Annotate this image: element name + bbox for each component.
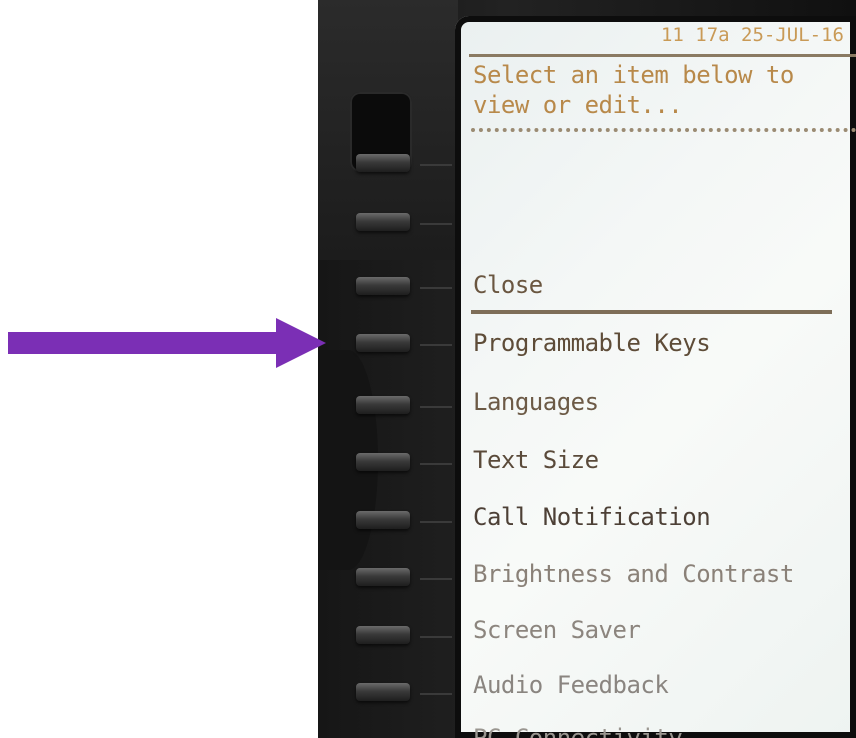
menu-item-pc-connectivity[interactable]: PC Connectivity [473, 724, 683, 738]
key-tick [420, 578, 452, 580]
key-tick [420, 406, 452, 408]
header-divider [469, 54, 856, 57]
clock-date-readout: 11 17a 25-JUL-16 [660, 24, 844, 46]
menu-item-languages[interactable]: Languages [473, 388, 599, 416]
line-key-1[interactable] [356, 154, 410, 172]
menu-item-text-size[interactable]: Text Size [473, 446, 599, 474]
key-tick [420, 344, 452, 346]
line-key-9[interactable] [356, 626, 410, 644]
line-key-2[interactable] [356, 213, 410, 231]
line-key-5[interactable] [356, 396, 410, 414]
close-divider [471, 310, 832, 314]
key-tick [420, 164, 452, 166]
prompt-dotted-divider [471, 128, 856, 132]
key-tick [420, 223, 452, 225]
menu-item-audio-feedback[interactable]: Audio Feedback [473, 671, 669, 699]
line-key-4[interactable] [356, 334, 410, 352]
line-key-7[interactable] [356, 511, 410, 529]
menu-item-brightness-contrast[interactable]: Brightness and Contrast [473, 560, 794, 588]
line-key-10[interactable] [356, 683, 410, 701]
phone-display: 11 17a 25-JUL-16 Select an item below to… [455, 16, 856, 738]
menu-item-programmable-keys[interactable]: Programmable Keys [473, 329, 711, 357]
key-tick [420, 463, 452, 465]
key-tick [420, 521, 452, 523]
menu-item-screen-saver[interactable]: Screen Saver [473, 616, 641, 644]
line-key-8[interactable] [356, 568, 410, 586]
menu-item-close[interactable]: Close [473, 271, 543, 299]
menu-item-call-notification[interactable]: Call Notification [473, 503, 711, 531]
key-tick [420, 693, 452, 695]
line-key-3[interactable] [356, 277, 410, 295]
line-key-6[interactable] [356, 453, 410, 471]
key-tick [420, 636, 452, 638]
key-tick [420, 287, 452, 289]
menu-prompt: Select an item below to view or edit... [473, 61, 794, 119]
